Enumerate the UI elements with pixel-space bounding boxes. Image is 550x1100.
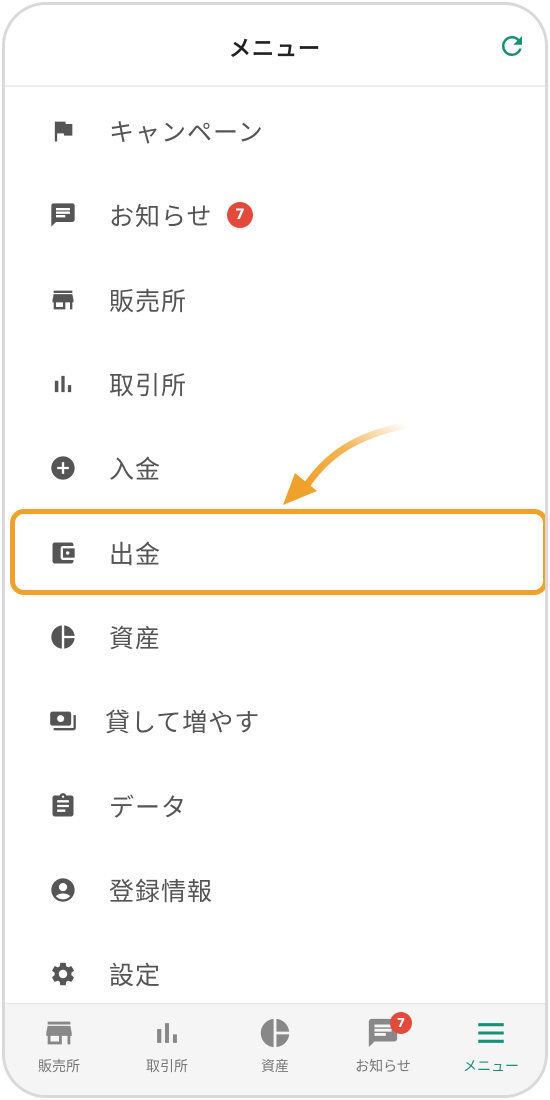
refresh-icon[interactable] — [497, 31, 527, 61]
tab-label: 取引所 — [146, 1059, 188, 1075]
tab-store[interactable]: 販売所 — [5, 1004, 113, 1095]
menu-item-campaign[interactable]: キャンペーン — [5, 89, 545, 173]
menu-item-label: 入金 — [109, 455, 162, 485]
menu-item-label: お知らせ — [109, 202, 213, 232]
bottom-tab-bar: 販売所 取引所 資産 7 お知らせ メニュー — [5, 1003, 545, 1095]
message-icon: 7 — [366, 1012, 412, 1050]
notification-badge: 7 — [390, 1012, 412, 1034]
menu-item-assets[interactable]: 資産 — [5, 595, 545, 679]
wallet-icon — [49, 539, 77, 567]
notification-badge: 7 — [227, 202, 253, 229]
menu-list: キャンペーン お知らせ 7 販売所 取引所 入金 出金 資産 貸して増やす デー… — [5, 89, 545, 1016]
tab-exchange[interactable]: 取引所 — [113, 1004, 221, 1095]
bar-chart-icon — [150, 1016, 184, 1050]
app-screen: メニュー キャンペーン お知らせ 7 販売所 取引所 入金 出金 資産 貸して増… — [2, 2, 548, 1098]
tab-assets[interactable]: 資産 — [221, 1004, 329, 1095]
menu-item-label: 取引所 — [109, 371, 188, 401]
menu-item-label: 登録情報 — [109, 876, 214, 906]
menu-item-withdraw[interactable]: 出金 — [5, 510, 545, 594]
menu-item-lending[interactable]: 貸して増やす — [5, 679, 545, 763]
tab-menu[interactable]: メニュー — [437, 1004, 545, 1095]
pie-chart-icon — [258, 1016, 292, 1050]
gear-icon — [49, 960, 77, 988]
menu-item-label: データ — [109, 792, 188, 822]
menu-item-label: 出金 — [109, 539, 162, 569]
money-icon — [49, 707, 77, 735]
menu-item-exchange[interactable]: 取引所 — [5, 342, 545, 426]
menu-item-label: キャンペーン — [109, 118, 264, 148]
clipboard-icon — [49, 792, 77, 820]
tab-news[interactable]: 7 お知らせ — [329, 1004, 437, 1095]
menu-item-profile[interactable]: 登録情報 — [5, 848, 545, 932]
menu-item-data[interactable]: データ — [5, 763, 545, 847]
menu-item-store[interactable]: 販売所 — [5, 258, 545, 342]
menu-item-news[interactable]: お知らせ 7 — [5, 173, 545, 257]
page-title: メニュー — [228, 37, 321, 62]
menu-item-label: 販売所 — [109, 286, 188, 316]
account-icon — [49, 876, 77, 904]
tab-label: 資産 — [261, 1059, 289, 1075]
store-icon — [49, 286, 77, 314]
plus-circle-icon — [49, 454, 77, 482]
menu-item-label: 貸して増やす — [105, 708, 261, 738]
store-icon — [42, 1016, 76, 1050]
header: メニュー — [5, 5, 545, 87]
bar-chart-icon — [49, 370, 77, 398]
tab-label: お知らせ — [355, 1059, 411, 1075]
message-icon — [49, 201, 77, 229]
menu-item-label: 資産 — [109, 623, 162, 653]
menu-item-deposit[interactable]: 入金 — [5, 426, 545, 510]
flag-icon — [49, 117, 77, 145]
tab-label: メニュー — [463, 1059, 519, 1075]
pie-chart-icon — [49, 623, 77, 651]
tab-label: 販売所 — [38, 1059, 80, 1075]
hamburger-menu-icon — [474, 1016, 508, 1050]
menu-item-label: 設定 — [109, 961, 162, 991]
